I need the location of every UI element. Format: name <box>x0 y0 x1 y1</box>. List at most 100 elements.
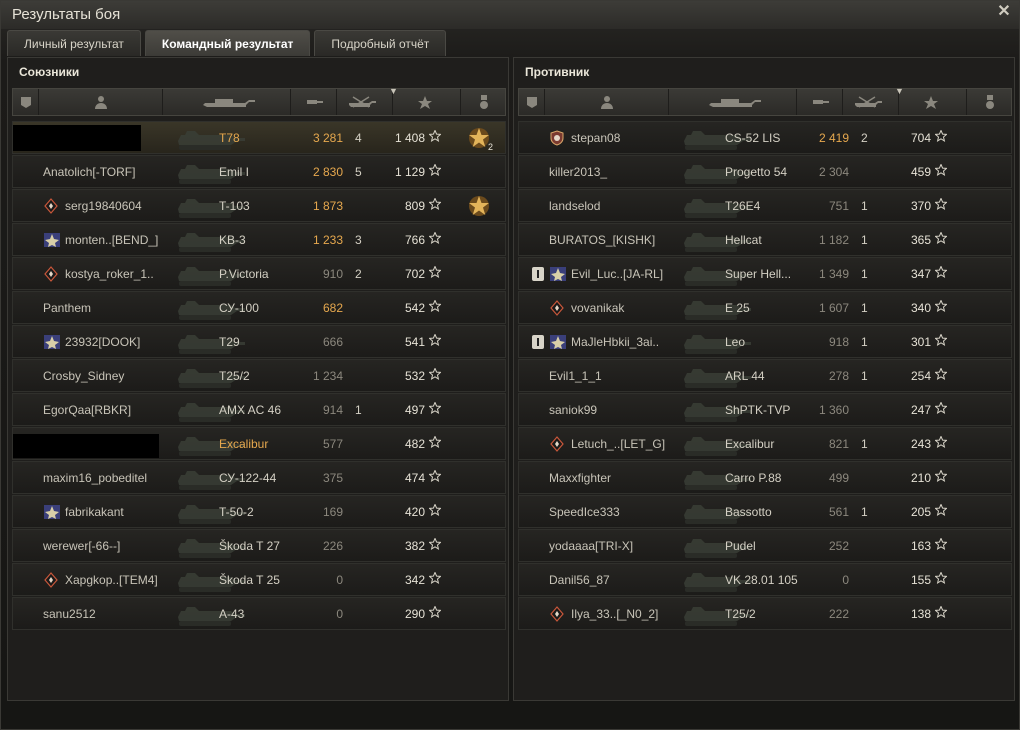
tank-name: Leo <box>725 335 746 349</box>
clan-emblem-icon <box>549 334 566 350</box>
tank-name: T25/2 <box>725 607 756 621</box>
experience-value: 290 <box>404 607 425 621</box>
star-icon <box>934 503 948 516</box>
player-sort-column[interactable] <box>545 89 669 115</box>
damage-value: 914 <box>322 403 343 417</box>
tank-name: CS-52 LIS <box>725 131 781 145</box>
player-row[interactable]: serg19840604 T-103 1 873 809 <box>12 189 506 222</box>
player-name: Evil1_1_1 <box>549 369 602 383</box>
allies-rows: T78 3 281 4 1 408 2 Anatolich[-TORF] Emil I 2 8… <box>12 121 506 631</box>
player-name: BURATOS_[KISHK] <box>549 233 656 247</box>
player-row[interactable]: maxim16_pobeditel СУ-122-44 375 474 <box>12 461 506 494</box>
player-row[interactable]: Crosby_Sidney T25/2 1 234 532 <box>12 359 506 392</box>
experience-value: 532 <box>404 369 425 383</box>
close-icon[interactable]: ✕ <box>995 3 1013 21</box>
player-row[interactable]: Evil_Luc..[JA-RL] Super Hell... 1 349 1 347 <box>518 257 1012 290</box>
player-row[interactable]: Letuch_..[LET_G] Excalibur 821 1 243 <box>518 427 1012 460</box>
player-row[interactable]: SpeedIce333 Bassotto 561 1 205 <box>518 495 1012 528</box>
star-icon <box>428 469 442 482</box>
order-icon[interactable] <box>467 194 491 218</box>
frags-sort-column[interactable] <box>337 89 393 115</box>
player-row[interactable]: 23932[DOOK] T29 666 541 <box>12 325 506 358</box>
tank-icon <box>679 329 757 356</box>
damage-value: 577 <box>322 437 343 451</box>
diamond-badge-icon <box>549 300 565 316</box>
window-title: Результаты боя <box>12 6 121 23</box>
player-name: saniok99 <box>549 403 598 417</box>
star-icon <box>428 503 442 516</box>
tab-team-result[interactable]: Командный результат <box>144 30 311 56</box>
medal-count: 2 <box>487 142 493 152</box>
damage-value: 169 <box>322 505 343 519</box>
clan-emblem-icon <box>549 266 566 282</box>
damage-value: 1 234 <box>312 369 343 383</box>
experience-value: 382 <box>404 539 425 553</box>
experience-sort-column[interactable] <box>393 89 461 115</box>
allies-title: Союзники <box>19 65 80 79</box>
experience-sort-icon <box>417 95 433 109</box>
player-row[interactable]: killer2013_ Progetto 54 2 304 459 <box>518 155 1012 188</box>
player-row[interactable]: stepan08 CS-52 LIS 2 419 2 704 <box>518 121 1012 154</box>
player-row[interactable]: Ilya_33..[_N0_2] T25/2 222 138 <box>518 597 1012 630</box>
tank-sort-column[interactable] <box>669 89 797 115</box>
star-icon <box>428 401 442 414</box>
player-name: Letuch_..[LET_G] <box>571 437 666 451</box>
player-row[interactable]: kostya_roker_1.. P.Victoria 910 2 702 <box>12 257 506 290</box>
clan-emblem-icon <box>43 232 60 248</box>
player-row[interactable]: vovanikak E 25 1 607 1 340 <box>518 291 1012 324</box>
damage-sort-column[interactable] <box>291 89 337 115</box>
tank-name: A-43 <box>219 607 245 621</box>
star-icon <box>428 129 442 142</box>
tab-detailed-report[interactable]: Подробный отчёт <box>314 30 447 56</box>
enemies-rows: stepan08 CS-52 LIS 2 419 2 704 killer2013_ Pro… <box>518 121 1012 631</box>
player-name: vovanikak <box>571 301 625 315</box>
damage-value: 751 <box>828 199 849 213</box>
player-row[interactable]: Xapgkop..[TEM4] Škoda T 25 0 342 <box>12 563 506 596</box>
player-row[interactable]: Evil1_1_1 ARL 44 278 1 254 <box>518 359 1012 392</box>
order-icon[interactable]: 2 <box>467 126 493 152</box>
damage-value: 1 233 <box>312 233 343 247</box>
tank-name: ShPTK-TVP <box>725 403 791 417</box>
player-row[interactable]: fabrikakant T-50-2 169 420 <box>12 495 506 528</box>
player-row[interactable]: Danil56_87 VK 28.01 105 0 155 <box>518 563 1012 596</box>
player-row[interactable]: EgorQaa[RBKR] AMX AC 46 914 1 497 <box>12 393 506 426</box>
player-row[interactable]: werewer[-66--] Škoda T 27 226 382 <box>12 529 506 562</box>
star-icon <box>428 435 442 448</box>
rank-sort-column[interactable] <box>519 89 545 115</box>
player-row[interactable]: monten..[BEND_] KB-3 1 233 3 766 <box>12 223 506 256</box>
player-row[interactable]: Panthem СУ-100 682 542 <box>12 291 506 324</box>
medals-sort-column[interactable] <box>967 89 1013 115</box>
rank-sort-column[interactable] <box>13 89 39 115</box>
player-row[interactable]: Excalibur 577 482 <box>12 427 506 460</box>
tank-name: P.Victoria <box>219 267 269 281</box>
medals-sort-column[interactable] <box>461 89 507 115</box>
star-icon <box>934 605 948 618</box>
player-sort-column[interactable] <box>39 89 163 115</box>
damage-value: 561 <box>828 505 849 519</box>
player-row[interactable]: T78 3 281 4 1 408 2 <box>12 121 506 154</box>
player-row[interactable]: sanu2512 A-43 0 290 <box>12 597 506 630</box>
player-row[interactable]: Maxxfighter Carro P.88 499 210 <box>518 461 1012 494</box>
tank-sort-column[interactable] <box>163 89 291 115</box>
experience-sort-icon <box>923 95 939 109</box>
tank-name: Emil I <box>219 165 249 179</box>
star-icon <box>934 333 948 346</box>
damage-sort-column[interactable] <box>797 89 843 115</box>
tab-personal-result[interactable]: Личный результат <box>7 30 141 56</box>
player-row[interactable]: BURATOS_[KISHK] Hellcat 1 182 1 365 <box>518 223 1012 256</box>
player-row[interactable]: saniok99 ShPTK-TVP 1 360 247 <box>518 393 1012 426</box>
player-row[interactable]: yodaaaa[TRI-X] Pudel 252 163 <box>518 529 1012 562</box>
tank-name: Hellcat <box>725 233 762 247</box>
player-row[interactable]: landselod T26E4 751 1 370 <box>518 189 1012 222</box>
damage-value: 2 419 <box>818 131 849 145</box>
experience-sort-column[interactable] <box>899 89 967 115</box>
frags-value: 4 <box>355 131 362 145</box>
experience-value: 497 <box>404 403 425 417</box>
damage-sort-icon <box>305 95 325 109</box>
damage-value: 2 304 <box>818 165 849 179</box>
player-row[interactable]: Anatolich[-TORF] Emil I 2 830 5 1 129 <box>12 155 506 188</box>
player-row[interactable]: MaJleHbkii_3ai.. Leo 918 1 301 <box>518 325 1012 358</box>
experience-value: 1 129 <box>394 165 425 179</box>
experience-value: 138 <box>910 607 931 621</box>
frags-sort-column[interactable] <box>843 89 899 115</box>
